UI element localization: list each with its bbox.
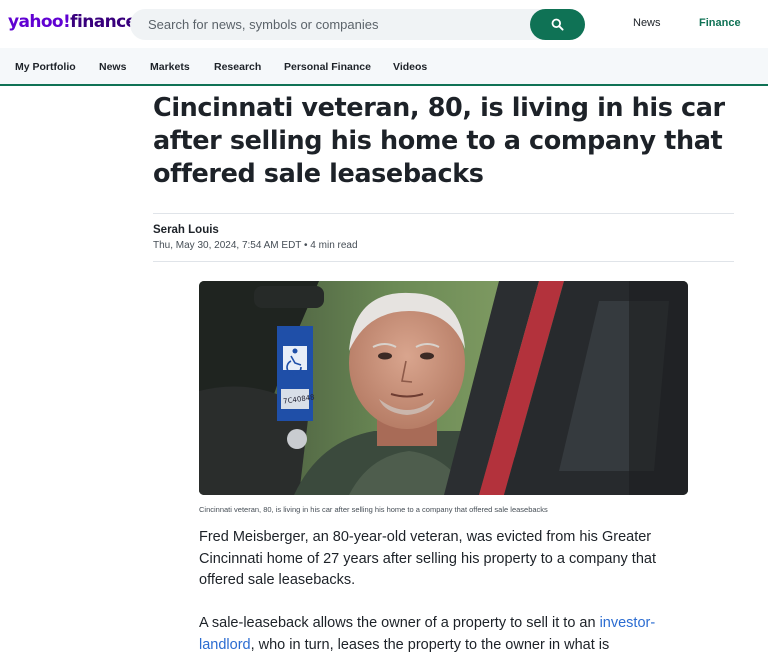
nav-item-research[interactable]: Research <box>214 61 261 73</box>
search-button[interactable] <box>530 9 585 40</box>
photo-illustration: 7C40848 <box>199 281 688 495</box>
article-headline: Cincinnati veteran, 80, is living in his… <box>153 93 725 189</box>
nav-item-markets[interactable]: Markets <box>150 61 190 73</box>
logo-product: finance <box>70 12 137 32</box>
nav-item-personal-finance[interactable]: Personal Finance <box>284 61 371 73</box>
yahoo-finance-logo[interactable]: yahoo!finance <box>8 12 137 32</box>
article-paragraph-1: Fred Meisberger, an 80-year-old veteran,… <box>199 529 656 588</box>
section-nav: My Portfolio News Markets Research Perso… <box>0 48 768 86</box>
author-name[interactable]: Serah Louis <box>153 224 219 236</box>
read-time: 4 min read <box>310 240 358 251</box>
byline-top-divider <box>153 213 734 214</box>
nav-item-news[interactable]: News <box>99 61 126 73</box>
search-input[interactable] <box>148 9 528 40</box>
photo-caption: Cincinnati veteran, 80, is living in his… <box>199 505 548 514</box>
nav-item-my-portfolio[interactable]: My Portfolio <box>15 61 76 73</box>
search-icon <box>551 18 564 31</box>
nav-item-videos[interactable]: Videos <box>393 61 427 73</box>
article-paragraph-2: A sale-leaseback allows the owner of a p… <box>199 613 699 653</box>
logo-brand: yahoo! <box>8 12 71 32</box>
article-meta: Thu, May 30, 2024, 7:54 AM EDT • 4 min r… <box>153 240 358 251</box>
search-bar <box>130 9 585 40</box>
publish-date: Thu, May 30, 2024, 7:54 AM EDT <box>153 240 302 251</box>
byline-bottom-divider <box>153 261 734 262</box>
header-link-news[interactable]: News <box>633 17 661 29</box>
paragraph-2-end: , who in turn, leases the property to th… <box>250 636 610 653</box>
header-link-finance[interactable]: Finance <box>699 17 741 29</box>
top-header: yahoo!finance News Finance <box>0 0 768 48</box>
paragraph-2-start: A sale-leaseback allows the owner of a p… <box>199 615 600 631</box>
article-photo: 7C40848 <box>199 281 688 495</box>
